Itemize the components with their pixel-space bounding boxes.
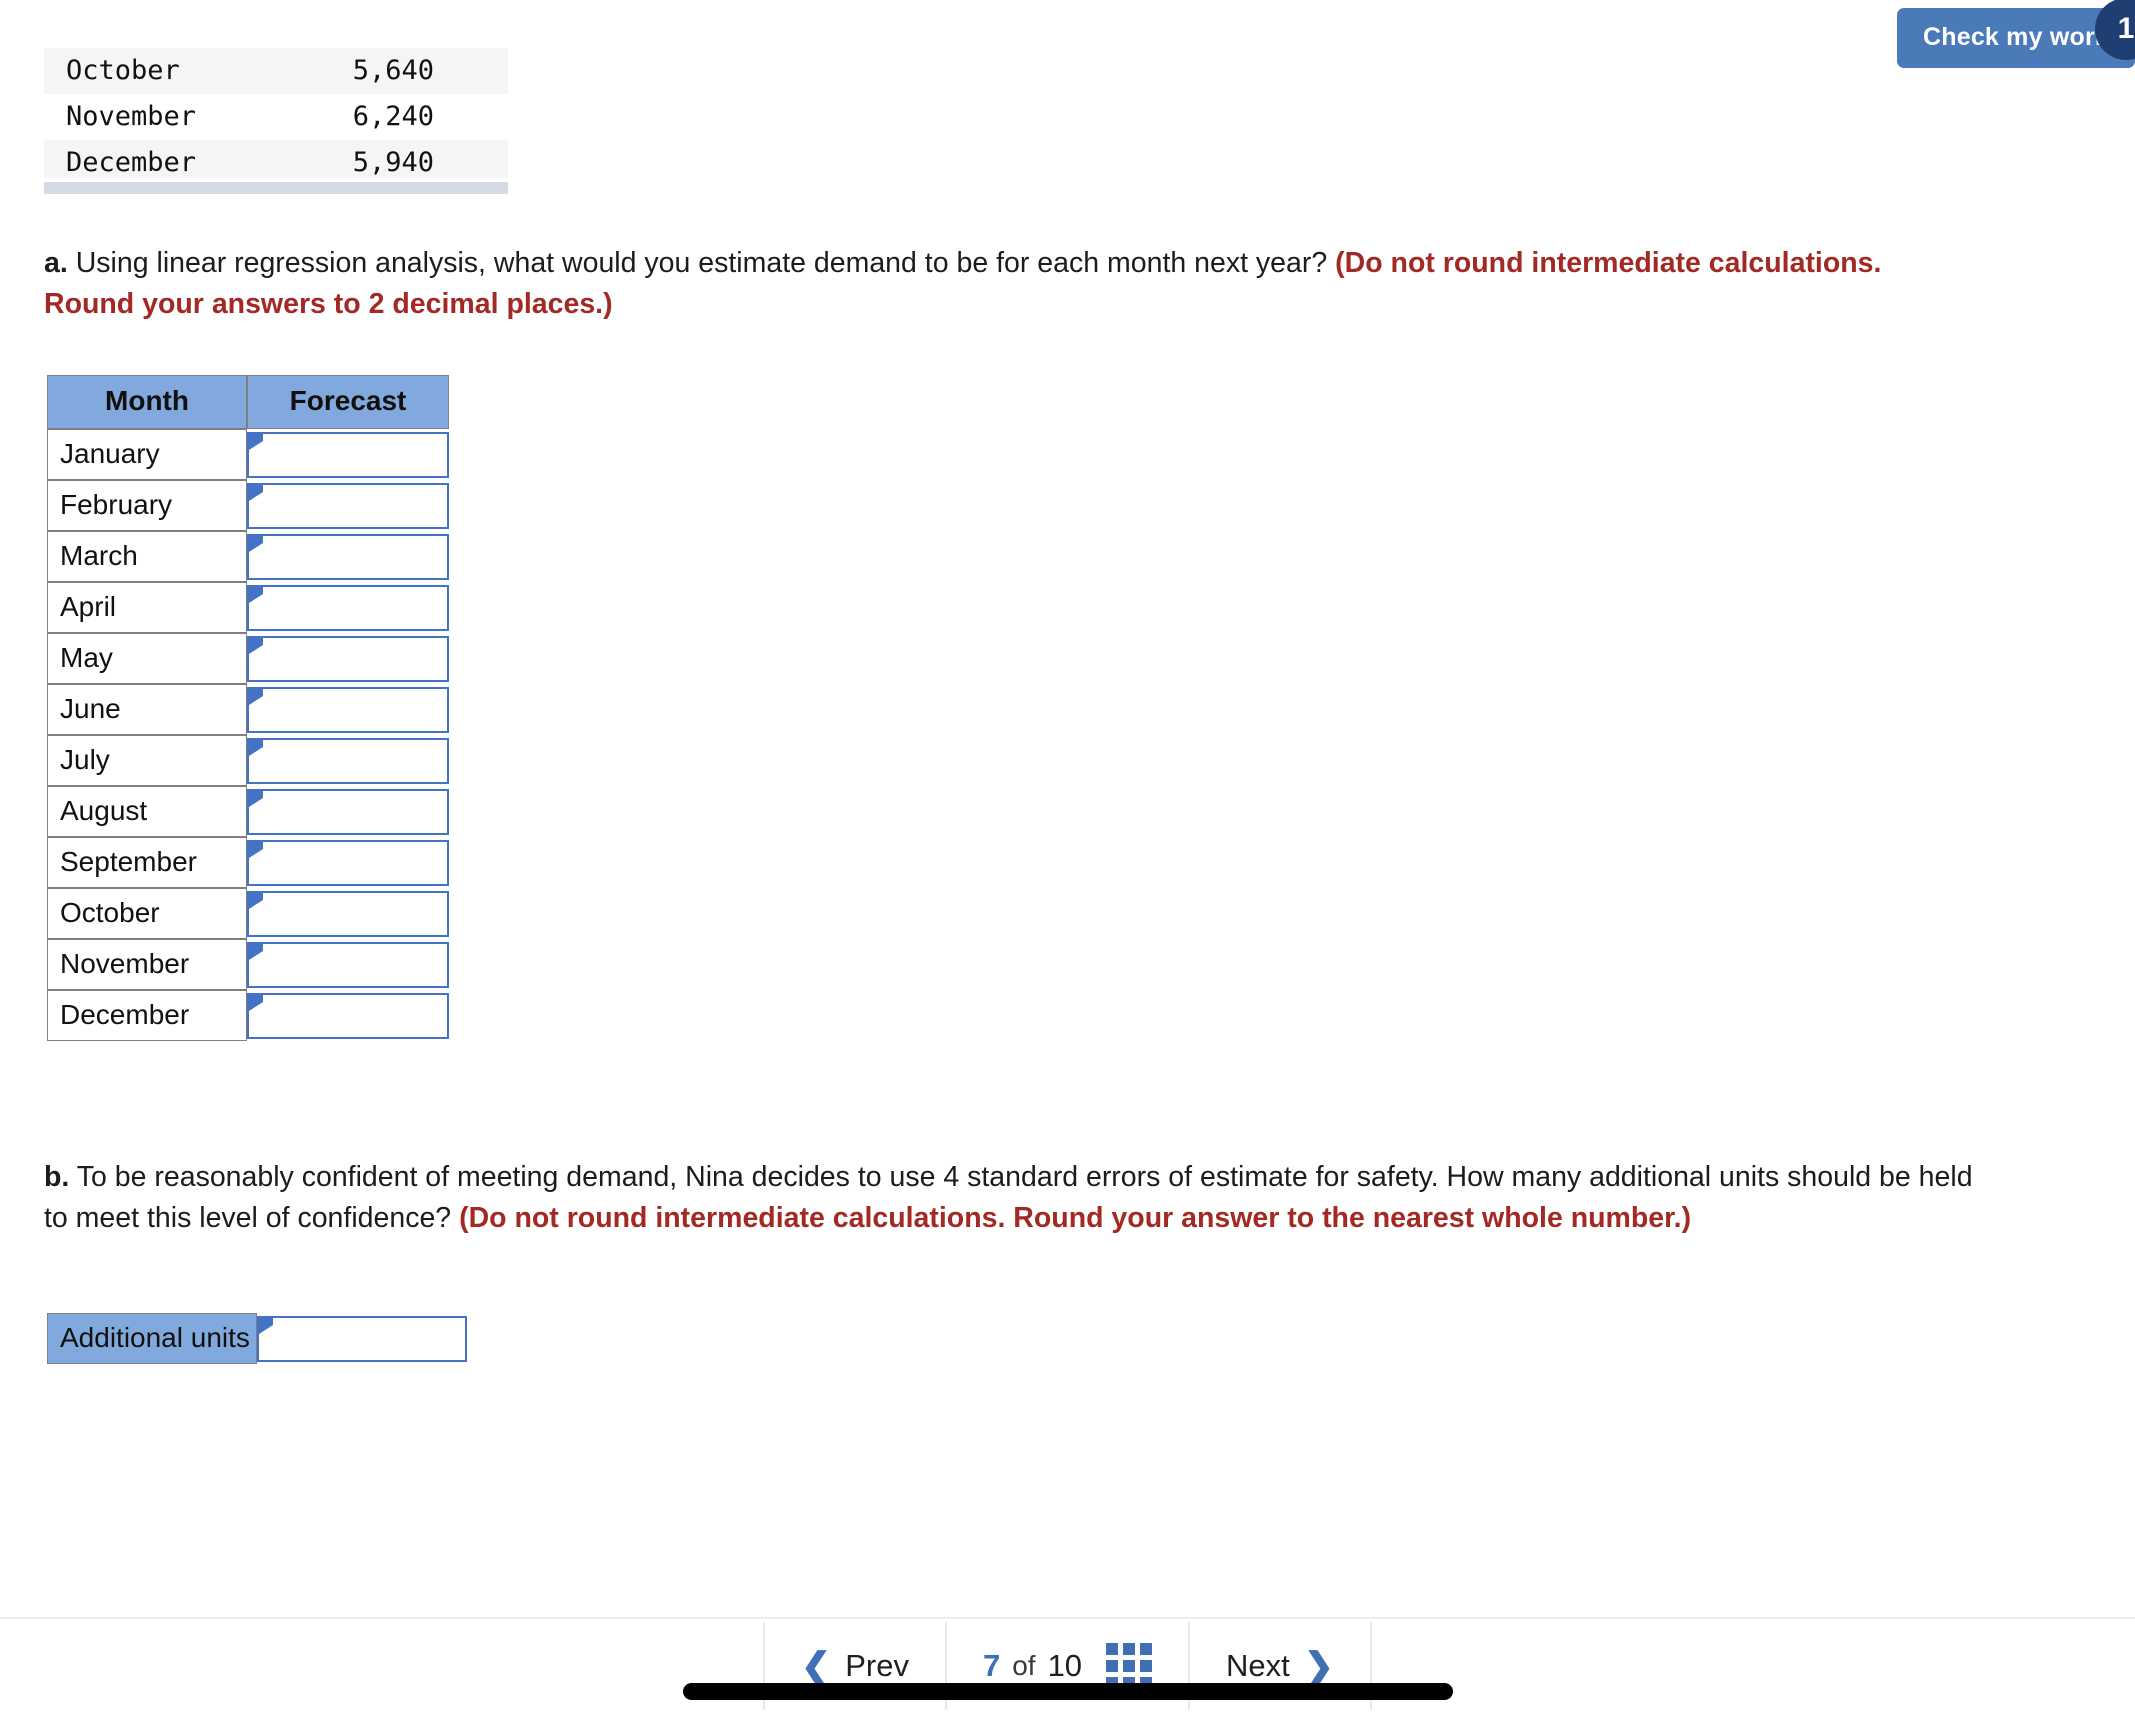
forecast-month-cell: April (47, 582, 247, 633)
page-of-label: of (1012, 1650, 1036, 1681)
demand-month: December (44, 140, 294, 178)
forecast-input-cell (247, 582, 449, 633)
demand-value: 5,640 (294, 48, 508, 94)
forecast-input-cell (247, 990, 449, 1041)
demand-value: 6,240 (352, 101, 434, 132)
table-row: November 6,240 (44, 94, 508, 140)
table-row: August (47, 786, 449, 837)
prev-page-label: Prev (845, 1648, 909, 1683)
forecast-input-cell (247, 735, 449, 786)
forecast-month-cell: January (47, 429, 247, 480)
table-row: November (47, 939, 449, 990)
column-header-forecast: Forecast (247, 375, 449, 429)
forecast-input-may[interactable] (247, 635, 449, 682)
chevron-left-icon: ❮ (801, 1645, 832, 1686)
forecast-month-cell: February (47, 480, 247, 531)
forecast-table-header-row: Month Forecast (47, 375, 449, 429)
forecast-input-june[interactable] (247, 686, 449, 733)
table-row: June (47, 684, 449, 735)
question-a-label: a. (44, 247, 68, 279)
table-row: April (47, 582, 449, 633)
forecast-month-cell: March (47, 531, 247, 582)
additional-units-input-cell (256, 1313, 467, 1364)
forecast-answer-table: Month Forecast January February March April… (47, 375, 449, 1041)
bottom-divider (0, 1617, 2135, 1619)
forecast-month-cell: December (47, 990, 247, 1041)
demand-value: 5,940 (294, 140, 508, 178)
forecast-input-cell (247, 837, 449, 888)
column-header-month: Month (47, 375, 247, 429)
forecast-input-cell (247, 633, 449, 684)
additional-units-label: Additional units (47, 1313, 257, 1364)
additional-units-input[interactable] (256, 1315, 467, 1362)
forecast-month-cell: September (47, 837, 247, 888)
forecast-input-cell (247, 480, 449, 531)
forecast-input-october[interactable] (247, 890, 449, 937)
table-row: May (47, 633, 449, 684)
forecast-input-november[interactable] (247, 941, 449, 988)
table-row: October 5,640 (44, 48, 508, 94)
forecast-input-december[interactable] (247, 992, 449, 1039)
question-a-text: a. Using linear regression analysis, wha… (44, 243, 1974, 325)
forecast-input-cell (247, 684, 449, 735)
forecast-input-july[interactable] (247, 737, 449, 784)
question-page: Check my work 1 October 5,640 November 6… (0, 0, 2135, 1725)
question-a-prompt: Using linear regression analysis, what w… (75, 247, 1328, 279)
forecast-input-cell (247, 939, 449, 990)
table-row: January (47, 429, 449, 480)
table-row: October (47, 888, 449, 939)
forecast-month-cell: October (47, 888, 247, 939)
forecast-input-august[interactable] (247, 788, 449, 835)
table-row: December 5,940 (44, 140, 508, 178)
question-b-label: b. (44, 1161, 70, 1193)
table-row: Additional units (47, 1313, 467, 1364)
demand-month: October (44, 48, 294, 94)
forecast-input-cell (247, 888, 449, 939)
forecast-input-march[interactable] (247, 533, 449, 580)
forecast-month-cell: August (47, 786, 247, 837)
table-row: July (47, 735, 449, 786)
check-my-work-container: Check my work 1 (1896, 0, 2135, 68)
forecast-input-january[interactable] (247, 431, 449, 478)
question-b-text: b. To be reasonably confident of meeting… (44, 1157, 1974, 1239)
demand-data-table-viewport[interactable]: October 5,640 November 6,240 December 5,… (44, 48, 508, 178)
demand-month: November (66, 101, 197, 132)
next-page-label: Next (1226, 1648, 1290, 1683)
current-page-number: 7 (982, 1648, 1001, 1683)
table-row: March (47, 531, 449, 582)
forecast-input-april[interactable] (247, 584, 449, 631)
chevron-right-icon: ❯ (1303, 1645, 1334, 1686)
forecast-input-cell (247, 786, 449, 837)
forecast-month-cell: June (47, 684, 247, 735)
horizontal-scrollbar[interactable] (44, 182, 508, 194)
demand-data-table: October 5,640 November 6,240 December 5,… (44, 48, 508, 178)
home-indicator (682, 1683, 1453, 1700)
forecast-month-cell: May (47, 633, 247, 684)
forecast-input-september[interactable] (247, 839, 449, 886)
table-row: September (47, 837, 449, 888)
pagination-bar: ❮ Prev 7 of 10 Next ❯ (0, 1622, 2135, 1725)
forecast-input-cell (247, 429, 449, 480)
table-row: February (47, 480, 449, 531)
total-pages-number: 10 (1047, 1648, 1083, 1683)
forecast-input-cell (247, 531, 449, 582)
forecast-month-cell: November (47, 939, 247, 990)
question-b-hint: (Do not round intermediate calculations.… (459, 1202, 1692, 1234)
table-row: December (47, 990, 449, 1041)
forecast-month-cell: July (47, 735, 247, 786)
forecast-input-february[interactable] (247, 482, 449, 529)
additional-units-answer-table: Additional units (47, 1313, 467, 1364)
